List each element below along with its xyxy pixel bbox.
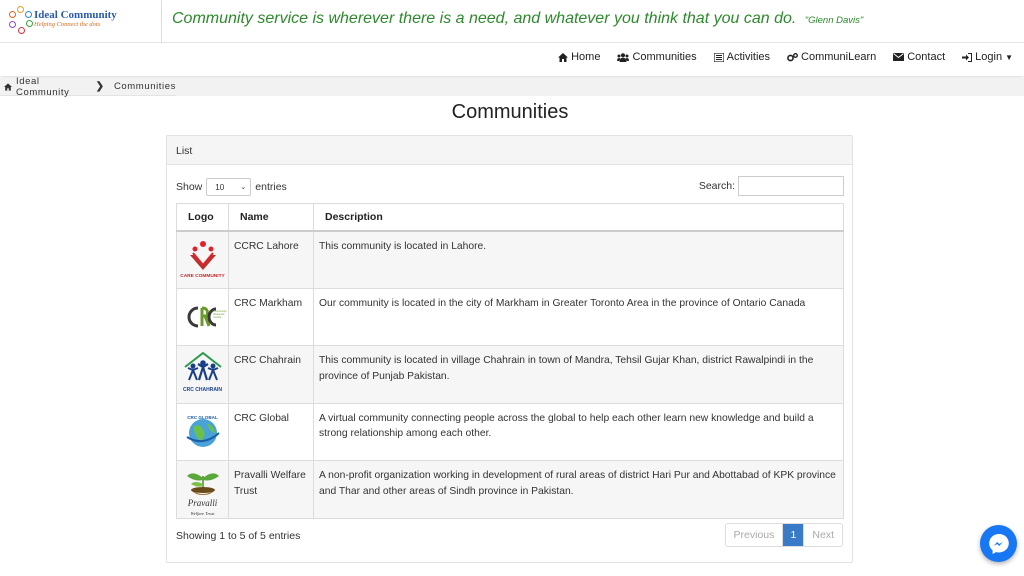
entries-length: Show 10 ⌄ entries [176,178,287,196]
nav-communities-label: Communities [632,51,697,63]
logo-text: Community Resource Centre [213,309,227,320]
logo-subtext: Welfare Trust [190,511,215,516]
communities-panel: List Show 10 ⌄ entries Search: Logo Name… [166,135,853,563]
table-row[interactable]: CRC CHAHRAIN CRC Chahrain This community… [176,345,844,404]
next-page-button[interactable]: Next [803,524,842,546]
panel-title: List [167,136,852,165]
logo-dots-icon [8,6,34,36]
nav-communilearn[interactable]: CommuniLearn [787,51,876,63]
community-description: A virtual community connecting people ac… [313,402,844,461]
breadcrumb-home-label: Ideal Community [16,75,70,98]
logo-cell: CARE COMMUNITY [176,230,229,289]
community-name[interactable]: Pravalli Welfare Trust [228,460,314,519]
nav-contact[interactable]: Contact [893,51,945,63]
logo-cell: CRC CHAHRAIN [176,345,229,404]
community-logo-pravalli-welfare-trust[interactable]: Pravalli Welfare Trust [181,464,225,516]
nav-login-label: Login [975,51,1003,63]
community-name[interactable]: CCRC Lahore [228,230,314,289]
community-logo-crc-global[interactable]: CRC GLOBAL [181,407,225,455]
search-input[interactable] [738,176,844,196]
header-divider [161,0,162,43]
table-row[interactable]: Community Resource Centre CRC Markham Ou… [176,287,844,346]
community-description: Our community is located in the city of … [313,287,844,346]
logo-cell: CRC GLOBAL [176,402,229,461]
breadcrumb: Ideal Community ❯ Communities [0,76,176,98]
community-logo-crc-chahrain[interactable]: CRC CHAHRAIN [181,349,225,397]
chevron-right-icon: ❯ [95,81,104,92]
site-logo[interactable]: Ideal Community Helping Connect the dots [8,6,158,38]
breadcrumb-current: Communities [113,81,176,92]
table-header-row: Logo Name Description [176,203,844,232]
list-icon [713,52,724,62]
nav-contact-label: Contact [907,51,946,63]
brand-tagline: Helping Connect the dots [34,21,101,28]
nav-activities-label: Activities [726,51,771,63]
table-row[interactable]: CRC GLOBAL CRC Global A virtual communit… [176,402,844,461]
breadcrumb-home[interactable]: Ideal Community [4,76,88,98]
entries-select[interactable]: 10 ⌄ [206,178,252,196]
column-header-name[interactable]: Name [228,203,314,232]
community-logo-crc-markham[interactable]: Community Resource Centre [181,292,227,340]
previous-page-button[interactable]: Previous [725,524,783,546]
home-icon [558,52,569,62]
community-name[interactable]: CRC Global [228,402,314,461]
quote-text: Community service is wherever there is a… [172,10,797,27]
main-nav: Home Communities Activities CommuniLearn… [0,43,1024,76]
community-description: This community is located in village Cha… [313,345,844,404]
messenger-icon [987,532,1011,556]
table-info: Showing 1 to 5 of 5 entries [176,530,301,542]
breadcrumb-bar: Ideal Community ❯ Communities [0,76,1024,98]
sign-in-icon [962,52,973,62]
table-controls: Show 10 ⌄ entries Search: [176,176,844,196]
entries-value: 10 [215,182,225,192]
chevron-down-icon: ⌄ [240,184,247,191]
table-search: Search: [699,176,844,196]
nav-communilearn-label: CommuniLearn [801,51,877,63]
nav-communities[interactable]: Communities [617,51,697,63]
column-header-description[interactable]: Description [313,203,844,232]
column-header-logo[interactable]: Logo [176,203,229,232]
logo-text: CRC GLOBAL [187,414,218,420]
entries-label: entries [255,181,287,193]
logo-cell: Community Resource Centre [176,287,229,346]
logo-cell: Pravalli Welfare Trust [176,460,229,519]
header-quote: Community service is wherever there is a… [172,10,863,28]
logo-text: CARE COMMUNITY [180,273,225,279]
caret-down-icon: ▼ [1005,52,1013,62]
community-description: A non-profit organization working in dev… [313,460,844,519]
search-label: Search: [698,180,735,192]
pagination: Previous 1 Next [724,523,843,547]
logo-text: CRC CHAHRAIN [183,387,222,393]
community-name[interactable]: CRC Markham [228,287,314,346]
users-icon [617,52,630,62]
quote-author: "Glenn Davis" [804,15,864,26]
nav-login[interactable]: Login ▼ [962,51,1013,63]
table-row[interactable]: CARE COMMUNITY CCRC Lahore This communit… [176,230,844,289]
communities-table: Logo Name Description CARE COMMUNITY CCR… [176,203,844,519]
nav-home[interactable]: Home [558,51,600,63]
site-header: Ideal Community Helping Connect the dots… [0,0,1024,43]
page-title: Communities [451,101,569,123]
nav-home-label: Home [571,51,601,63]
page-1-button[interactable]: 1 [782,524,804,546]
nav-activities[interactable]: Activities [713,51,771,63]
messenger-chat-button[interactable] [980,525,1017,562]
envelope-icon [893,53,905,61]
home-icon [4,82,12,91]
community-logo-ccrc-lahore[interactable]: CARE COMMUNITY [180,235,225,283]
community-name[interactable]: CRC Chahrain [228,345,314,404]
show-label: Show [176,181,203,193]
brand-name: Ideal Community [34,9,117,21]
gears-icon [787,52,798,62]
community-description: This community is located in Lahore. [313,230,844,289]
table-row[interactable]: Pravalli Welfare Trust Pravalli Welfare … [176,460,844,519]
